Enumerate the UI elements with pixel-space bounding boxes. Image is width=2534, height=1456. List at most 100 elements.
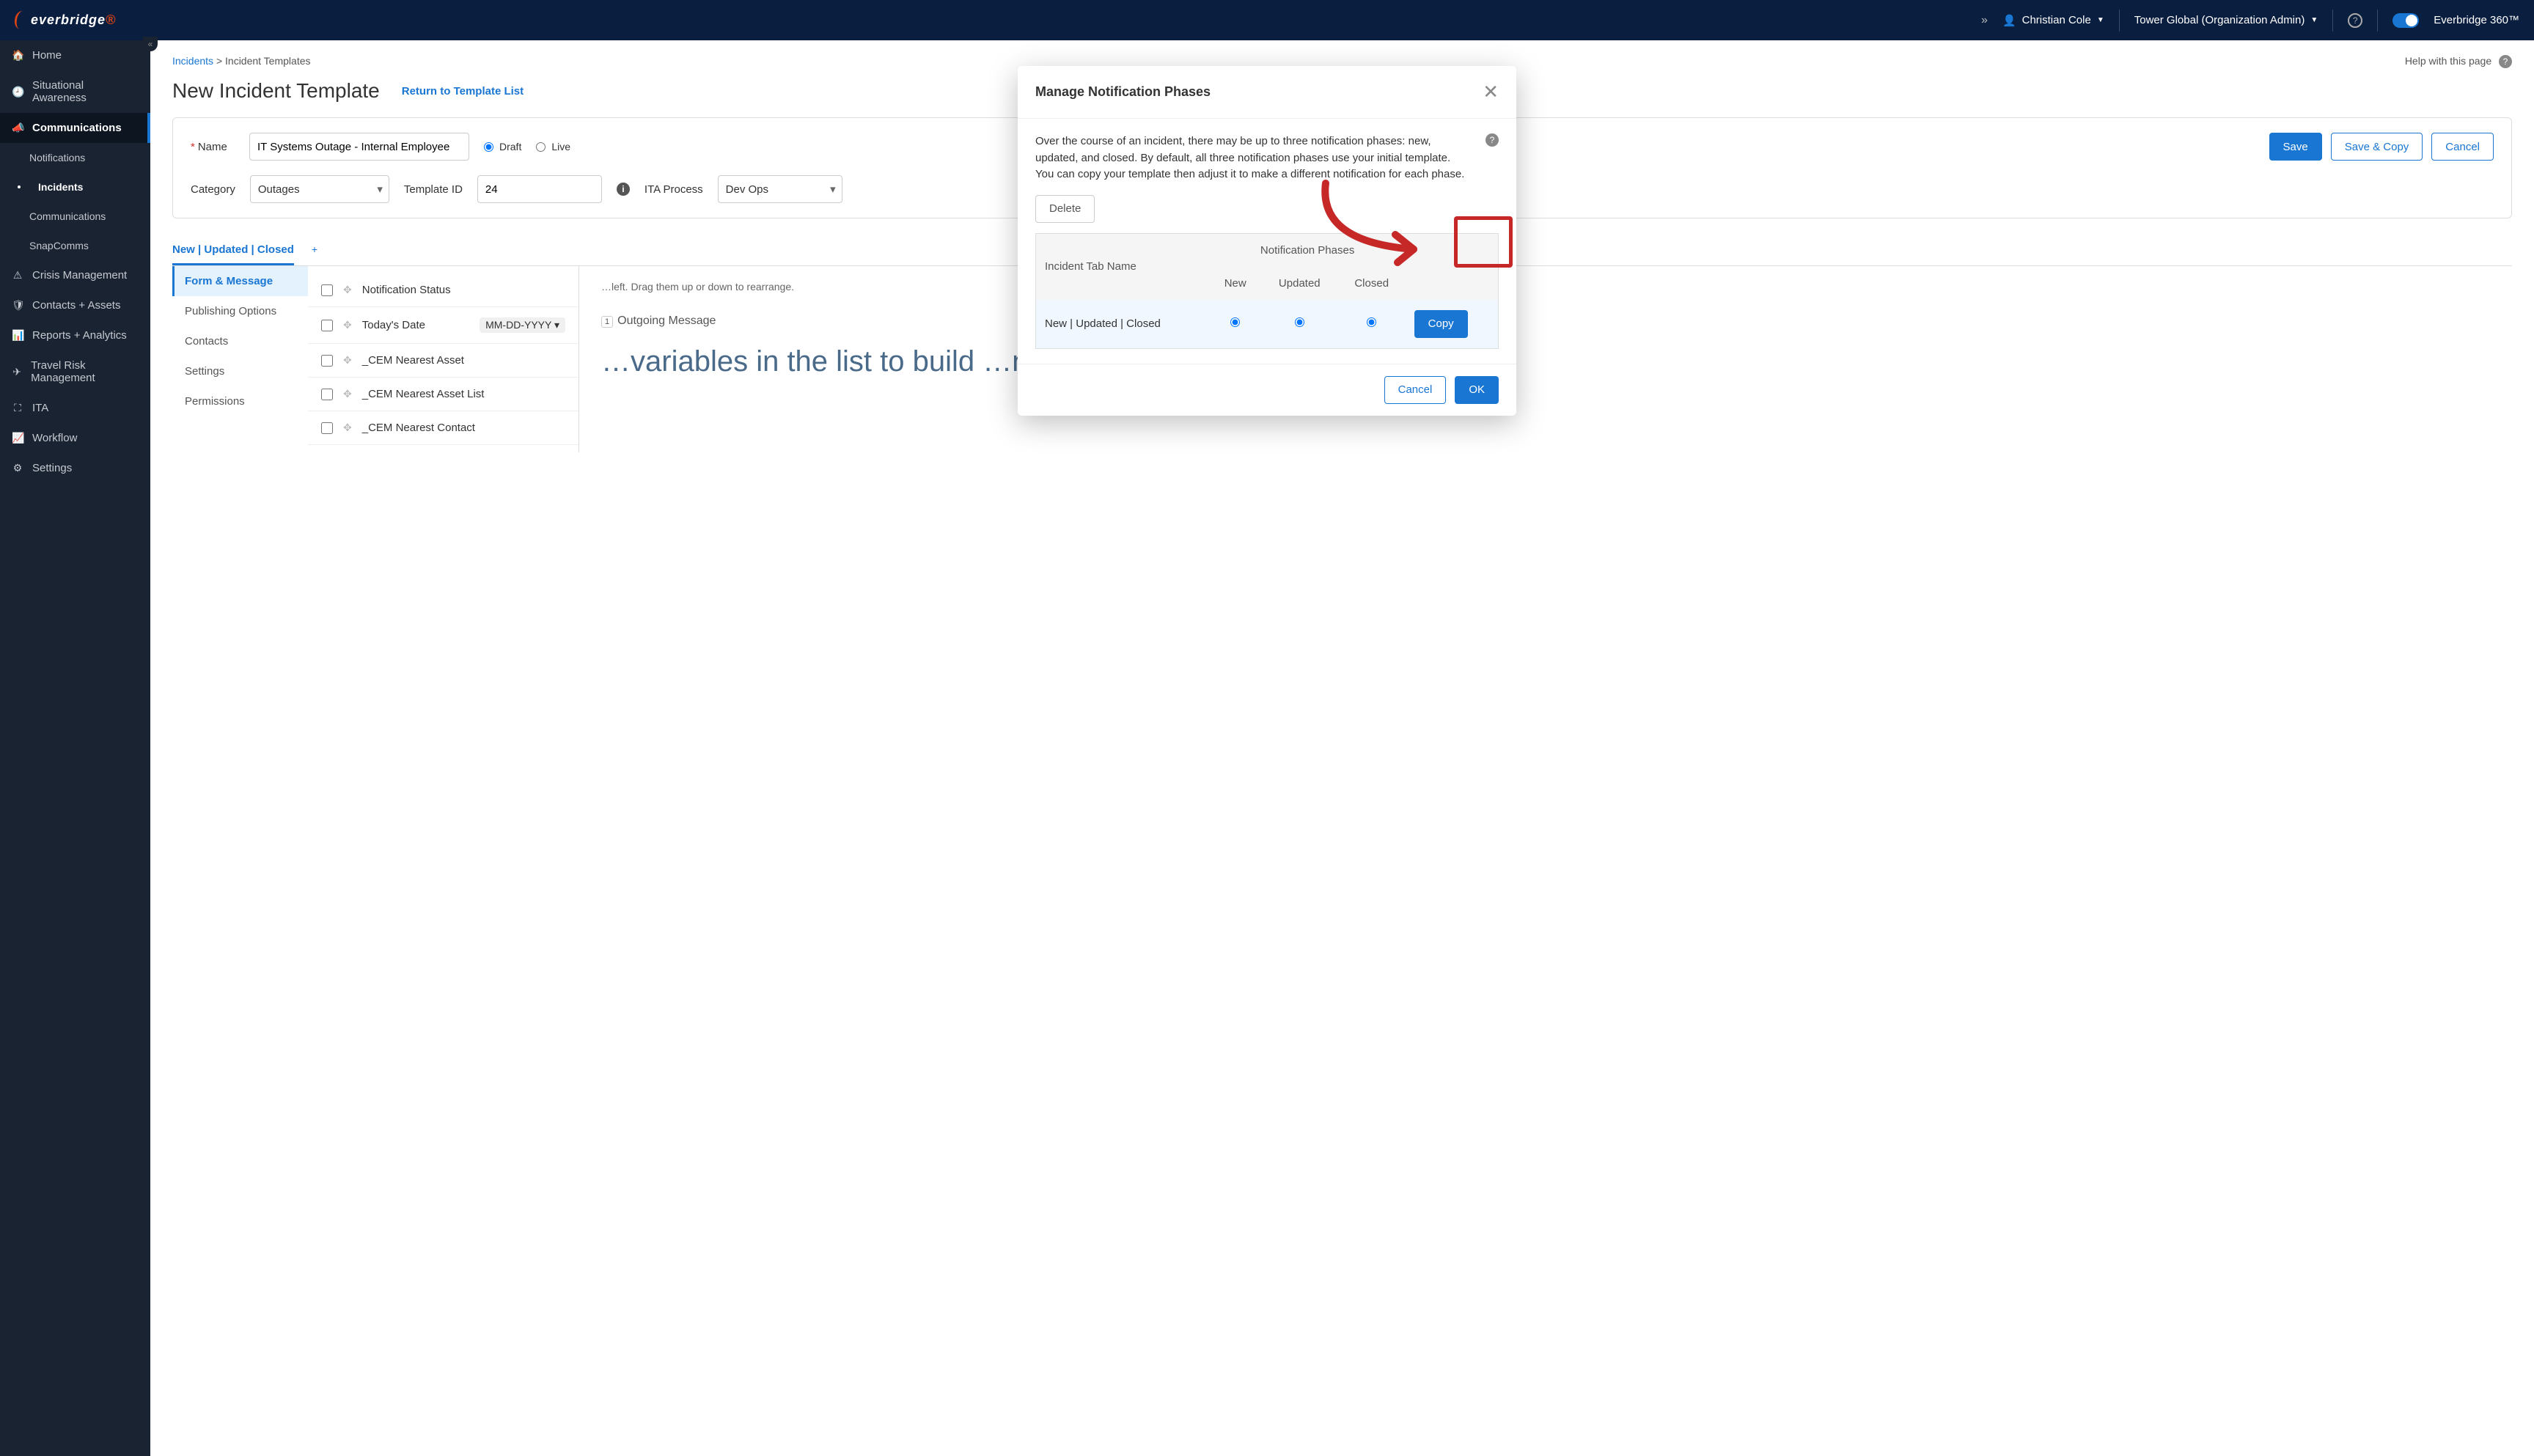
logo-text: everbridge <box>31 12 106 28</box>
template-id-label: Template ID <box>404 183 463 196</box>
drag-handle-icon[interactable]: ✥ <box>343 284 352 296</box>
copy-button[interactable]: Copy <box>1414 310 1468 338</box>
phase-new-radio[interactable] <box>1230 317 1240 327</box>
side-tab-permissions[interactable]: Permissions <box>172 386 308 416</box>
clock-icon: 🕘 <box>12 86 23 98</box>
shield-icon: 🛡 <box>12 299 23 312</box>
message-panel: …left. Drag them up or down to rearrange… <box>579 266 2512 452</box>
drag-handle-icon[interactable]: ✥ <box>343 422 352 434</box>
help-with-page[interactable]: Help with this page ? <box>2405 55 2512 68</box>
variable-checkbox[interactable] <box>321 284 333 296</box>
template-id-input[interactable] <box>477 175 602 203</box>
col-new: New <box>1210 267 1261 300</box>
variables-panel: ✥ Notification Status ✥ Today's Date MM-DD-Y… <box>308 266 579 452</box>
bar-chart-icon: 📊 <box>12 329 23 342</box>
sidebar-collapse[interactable]: « <box>143 37 158 51</box>
col-closed: Closed <box>1338 267 1406 300</box>
ita-process-select[interactable]: Dev Ops <box>718 175 842 203</box>
expand-icon[interactable]: » <box>1981 14 1988 27</box>
help-icon[interactable]: ? <box>1485 133 1499 147</box>
category-label: Category <box>191 183 235 196</box>
drag-handle-icon[interactable]: ✥ <box>343 319 352 331</box>
breadcrumb: Incidents > Incident Templates <box>172 55 311 68</box>
modal-description: Over the course of an incident, there ma… <box>1035 133 1477 183</box>
outgoing-message-heading: 1Outgoing Message <box>601 315 2490 328</box>
sidebar-item-communications[interactable]: 📣Communications <box>0 113 150 143</box>
sidebar-item-label: Situational Awareness <box>32 79 139 104</box>
side-tab-contacts[interactable]: Contacts <box>172 326 308 356</box>
drag-handle-icon[interactable]: ✥ <box>343 354 352 367</box>
user-menu[interactable]: 👤 Christian Cole ▼ <box>2002 14 2104 27</box>
sidebar-item-label: SnapComms <box>29 240 89 251</box>
status-live-radio[interactable]: Live <box>536 141 570 152</box>
delete-button[interactable]: Delete <box>1035 195 1095 223</box>
sidebar-item-incidents[interactable]: Incidents <box>0 172 150 202</box>
sidebar-item-notifications[interactable]: Notifications <box>0 143 150 172</box>
org-label: Tower Global (Organization Admin) <box>2134 14 2305 26</box>
theme-toggle[interactable] <box>2392 13 2419 28</box>
phase-tab-active[interactable]: New | Updated | Closed <box>172 236 294 265</box>
sidebar-item-snapcomms[interactable]: SnapComms <box>0 231 150 260</box>
sidebar-item-situational-awareness[interactable]: 🕘 Situational Awareness <box>0 70 150 113</box>
cancel-button[interactable]: Cancel <box>2431 133 2494 161</box>
sidebar-item-settings[interactable]: ⚙Settings <box>0 453 150 483</box>
date-format-dropdown[interactable]: MM-DD-YYYY ▾ <box>480 317 565 333</box>
variable-name: Today's Date <box>362 319 469 331</box>
sidebar-item-label: Home <box>32 49 62 62</box>
phase-updated-radio[interactable] <box>1295 317 1304 327</box>
sidebar-item-label: Communications <box>32 122 122 134</box>
col-notification-phases: Notification Phases <box>1210 233 1406 267</box>
home-icon: 🏠 <box>12 49 23 62</box>
variable-name: _CEM Nearest Contact <box>362 422 565 434</box>
org-menu[interactable]: Tower Global (Organization Admin) ▼ <box>2134 14 2318 26</box>
drag-handle-icon[interactable]: ✥ <box>343 388 352 400</box>
warning-icon: ⚠ <box>12 269 23 282</box>
sidebar-item-communications[interactable]: Communications <box>0 202 150 231</box>
breadcrumb-current: Incident Templates <box>225 55 310 67</box>
variable-checkbox[interactable] <box>321 355 333 367</box>
sidebar-item-reports-analytics[interactable]: 📊Reports + Analytics <box>0 320 150 350</box>
modal-cancel-button[interactable]: Cancel <box>1384 376 1447 404</box>
phase-closed-radio[interactable] <box>1367 317 1376 327</box>
variable-row: ✥_CEM Nearest Asset List <box>308 378 579 411</box>
sidebar-item-workflow[interactable]: 📈Workflow <box>0 423 150 453</box>
help-icon[interactable]: ? <box>2348 13 2362 28</box>
variable-checkbox[interactable] <box>321 422 333 434</box>
save-button[interactable]: Save <box>2269 133 2322 161</box>
side-tab-form-message[interactable]: Form & Message <box>172 266 308 296</box>
status-draft-radio[interactable]: Draft <box>484 141 521 152</box>
variable-checkbox[interactable] <box>321 320 333 331</box>
save-copy-button[interactable]: Save & Copy <box>2331 133 2423 161</box>
help-icon: ? <box>2499 55 2512 68</box>
sidebar-item-home[interactable]: 🏠 Home <box>0 40 150 70</box>
phases-table: Incident Tab Name Notification Phases Ne… <box>1035 233 1499 349</box>
workflow-icon: 📈 <box>12 432 23 444</box>
col-updated: Updated <box>1261 267 1338 300</box>
sidebar-item-contacts-assets[interactable]: 🛡 Contacts + Assets <box>0 290 150 320</box>
sidebar-item-label: Incidents <box>38 181 83 193</box>
modal-ok-button[interactable]: OK <box>1455 376 1499 404</box>
return-to-list-link[interactable]: Return to Template List <box>402 85 524 98</box>
side-tab-settings[interactable]: Settings <box>172 356 308 386</box>
sidebar-item-label: Settings <box>32 462 72 474</box>
variable-checkbox[interactable] <box>321 389 333 400</box>
name-input[interactable] <box>249 133 469 161</box>
rearrange-hint: …left. Drag them up or down to rearrange… <box>601 281 2490 293</box>
info-icon[interactable]: i <box>617 183 630 196</box>
sidebar-item-ita[interactable]: ⛶ITA <box>0 393 150 423</box>
close-icon[interactable]: ✕ <box>1483 81 1499 103</box>
chevron-down-icon: ▼ <box>2097 16 2104 24</box>
side-tab-publishing-options[interactable]: Publishing Options <box>172 296 308 326</box>
manage-phases-modal: Manage Notification Phases ✕ Over the co… <box>1018 66 1516 416</box>
category-select[interactable]: Outages <box>250 175 389 203</box>
modal-title: Manage Notification Phases <box>1035 84 1211 100</box>
sidebar-item-crisis-management[interactable]: ⚠Crisis Management <box>0 260 150 290</box>
phase-row-name: New | Updated | Closed <box>1036 300 1210 349</box>
add-phase-button[interactable]: + <box>312 243 317 255</box>
sidebar-item-travel-risk-management[interactable]: ✈Travel Risk Management <box>0 350 150 393</box>
plane-icon: ✈ <box>12 366 22 378</box>
sidebar-item-label: Contacts + Assets <box>32 299 120 312</box>
page-title: New Incident Template <box>172 79 380 103</box>
variable-name: Notification Status <box>362 284 565 296</box>
breadcrumb-root[interactable]: Incidents <box>172 55 213 67</box>
